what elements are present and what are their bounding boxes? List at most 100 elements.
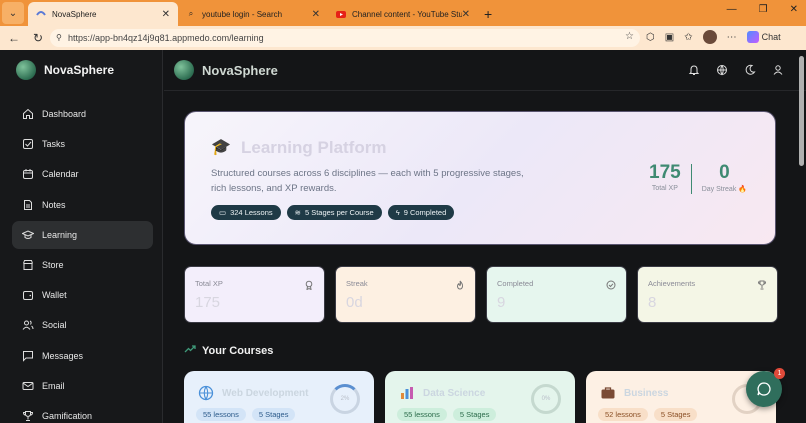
sidebar-item-calendar[interactable]: Calendar [12, 160, 153, 188]
user-icon[interactable] [772, 64, 784, 76]
close-icon[interactable]: ✕ [462, 9, 470, 20]
browser-tab-youtube[interactable]: Channel content - YouTube Studio ✕ [328, 2, 478, 26]
pill-label: 9 Completed [403, 208, 447, 217]
stages-badge: 5 Stages [452, 408, 497, 421]
minimize-icon[interactable]: — [727, 4, 737, 15]
sidebar-brand[interactable]: NovaSphere [16, 60, 114, 80]
bar-chart-icon [399, 385, 415, 404]
lightning-icon: ϟ [395, 208, 400, 217]
globe-icon [198, 385, 214, 404]
sidebar-item-social[interactable]: Social [12, 311, 153, 339]
trophy-icon [757, 277, 767, 290]
pill-label: 5 Stages per Course [304, 208, 374, 217]
browser-tab-search[interactable]: ⌕ youtube login - Search ✕ [178, 2, 328, 26]
sidebar-item-label: Wallet [42, 290, 67, 301]
sidebar-item-notes[interactable]: Notes [12, 191, 153, 219]
course-card-data-science[interactable]: Data Science 55 lessons 5 Stages 0% [385, 371, 575, 423]
sidebar-item-label: Tasks [42, 139, 66, 150]
progress-ring: 0% [531, 384, 561, 414]
chat-label: Chat [761, 32, 781, 42]
sidebar-item-label: Email [42, 380, 65, 391]
close-icon[interactable]: ✕ [162, 9, 170, 20]
site-info-icon[interactable]: ⚲ [56, 33, 62, 42]
brand-name: NovaSphere [44, 63, 115, 77]
stat-card-total-xp: Total XP 175 [184, 266, 325, 323]
close-window-icon[interactable]: ✕ [790, 4, 798, 15]
chat-bubble-icon [757, 382, 771, 396]
courses-section-title: Your Courses [184, 344, 273, 357]
sidebar-nav: Dashboard Tasks Calendar Notes Learning … [12, 100, 153, 423]
stat-label: Completed [497, 279, 534, 288]
stages-pill: ≋ 5 Stages per Course [286, 205, 382, 220]
sidebar-item-gamification[interactable]: Gamification [12, 402, 153, 423]
stat-card-completed: Completed 9 [486, 266, 627, 323]
total-xp-value: 175 [649, 162, 681, 183]
star-icon[interactable]: ☆ [625, 31, 634, 42]
tab-label: NovaSphere [52, 9, 97, 19]
sidebar-item-messages[interactable]: Messages [12, 342, 153, 370]
day-streak-stat: 0 Day Streak 🔥 [702, 162, 747, 193]
split-screen-icon[interactable]: ▣ [665, 32, 674, 43]
flame-icon [455, 277, 465, 290]
bell-icon[interactable] [688, 64, 700, 76]
sidebar-item-label: Dashboard [42, 109, 87, 119]
logo-orb-icon [16, 60, 36, 80]
sidebar-item-email[interactable]: Email [12, 372, 153, 400]
hero-banner: 🎓 Learning Platform Structured courses a… [184, 111, 776, 245]
copilot-chat-button[interactable]: Chat [746, 31, 781, 43]
search-icon: ⌕ [188, 9, 194, 18]
graduation-cap-icon: 🎓 [211, 139, 231, 156]
mail-icon [22, 380, 34, 392]
page-scrollbar[interactable] [799, 56, 804, 166]
sidebar-item-label: Learning [42, 229, 78, 240]
stat-label: Achievements [648, 279, 696, 288]
completed-pill: ϟ9 Completed [387, 205, 455, 220]
profile-avatar[interactable] [702, 30, 717, 44]
copilot-icon [746, 31, 759, 43]
browser-toolbar-icons: ⬡ ▣ ✩ ⋯ Chat [646, 30, 781, 44]
more-icon[interactable]: ⋯ [727, 32, 737, 43]
lessons-pill: ▭ 324 Lessons [211, 205, 281, 220]
hero-stats: 175 Total XP 0 Day Streak 🔥 [649, 162, 747, 194]
reload-icon[interactable]: ↻ [28, 31, 48, 45]
stat-value: 8 [648, 294, 657, 311]
store-icon [22, 259, 34, 271]
sidebar-item-store[interactable]: Store [12, 251, 153, 279]
sidebar-item-label: Notes [42, 199, 66, 210]
extensions-icon[interactable]: ⬡ [646, 32, 655, 43]
hero-description: Structured courses across 6 disciplines … [211, 168, 524, 194]
sidebar-item-label: Messages [42, 350, 84, 361]
favorites-icon[interactable]: ✩ [684, 32, 692, 43]
moon-icon[interactable] [744, 64, 756, 76]
url-field[interactable]: ⚲ https://app-bn4qz14j9q81.appmedo.com/l… [50, 29, 640, 47]
notes-icon [22, 199, 34, 211]
header-icons [688, 64, 784, 76]
trending-up-icon [184, 344, 196, 357]
header-brand-name: NovaSphere [202, 62, 278, 78]
course-pills: 52 lessons 5 Stages [598, 408, 698, 421]
browser-tab-novasphere[interactable]: NovaSphere ✕ [28, 2, 178, 26]
close-icon[interactable]: ✕ [312, 9, 320, 20]
sidebar-item-label: Calendar [42, 169, 79, 180]
check-circle-icon [606, 277, 616, 290]
sidebar-item-tasks[interactable]: Tasks [12, 130, 153, 158]
stat-label: Streak [346, 279, 368, 288]
header-brand[interactable]: NovaSphere [174, 60, 278, 80]
briefcase-icon [600, 385, 616, 404]
sidebar-item-wallet[interactable]: Wallet [12, 281, 153, 309]
stat-value: 9 [497, 294, 506, 311]
progress-ring: 2% [330, 384, 360, 414]
course-pills: 55 lessons 5 Stages [196, 408, 296, 421]
course-card-web-development[interactable]: Web Development 55 lessons 5 Stages 2% [184, 371, 374, 423]
notification-badge: 1 [774, 368, 785, 379]
stat-value: 175 [195, 294, 221, 311]
tab-menu-button[interactable]: ⌄ [2, 2, 24, 24]
restore-icon[interactable]: ❐ [759, 4, 768, 15]
stats-cards: Total XP 175 Streak 0d Completed 9 Achie… [184, 266, 778, 323]
back-icon[interactable]: ← [4, 31, 24, 45]
globe-icon[interactable] [716, 64, 728, 76]
sidebar-item-learning[interactable]: Learning [12, 220, 153, 249]
app-icon [36, 9, 46, 19]
new-tab-button[interactable]: + [484, 6, 492, 22]
sidebar-item-dashboard[interactable]: Dashboard [12, 100, 153, 128]
